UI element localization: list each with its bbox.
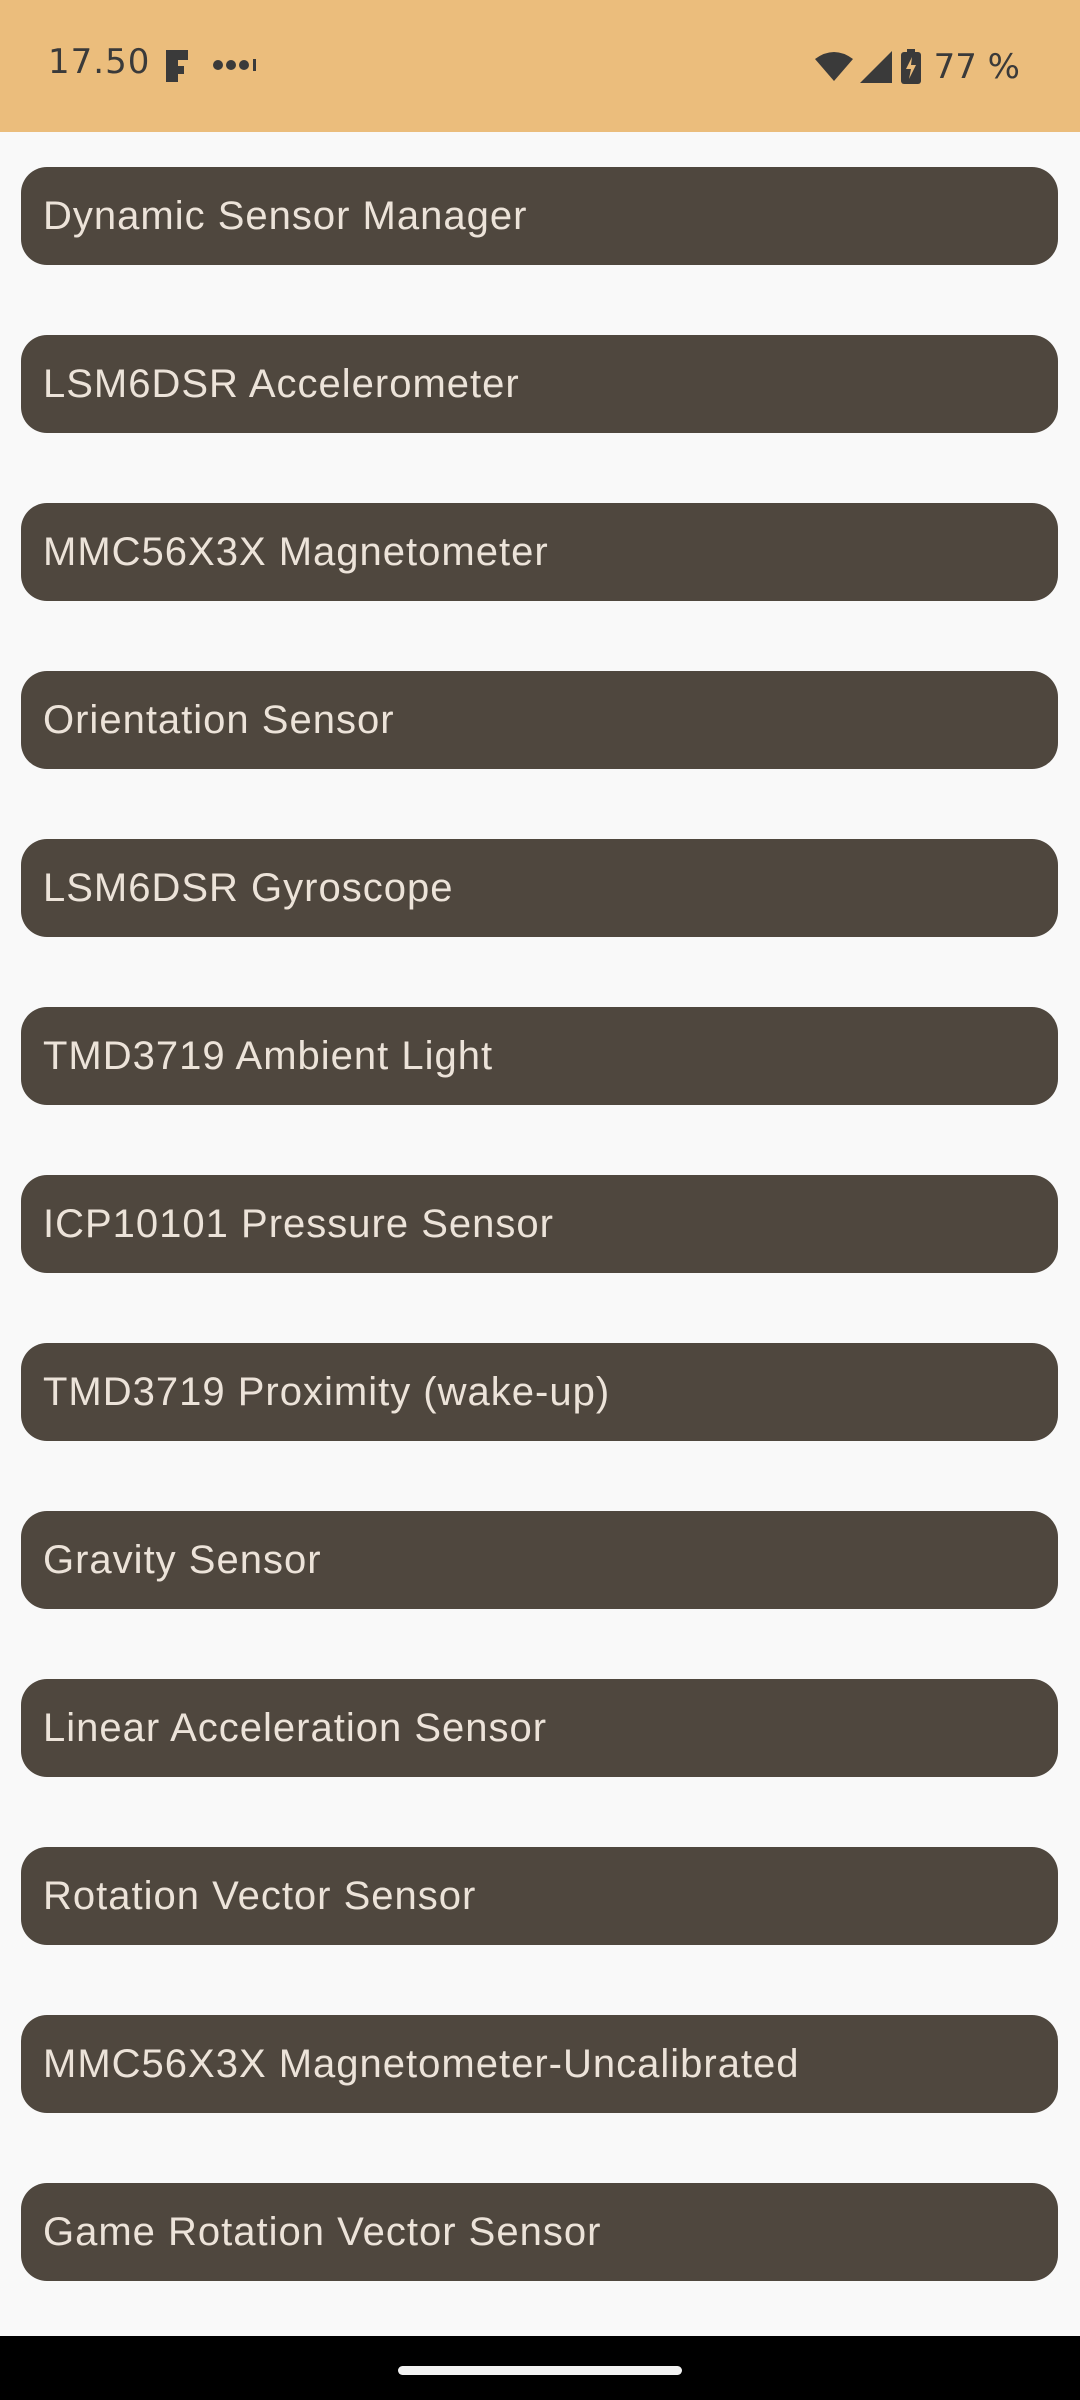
sensor-button-magnetometer-uncalibrated[interactable]: MMC56X3X Magnetometer-Uncalibrated <box>21 2015 1058 2113</box>
status-bar: 17.50 77 % <box>0 0 1080 132</box>
cell-signal-icon <box>859 51 892 83</box>
sensor-button-label: LSM6DSR Accelerometer <box>43 361 520 406</box>
app-notification-icon <box>166 50 188 82</box>
sensor-button-proximity[interactable]: TMD3719 Proximity (wake-up) <box>21 1343 1058 1441</box>
battery-charging-icon <box>900 49 921 84</box>
sensor-button-accelerometer[interactable]: LSM6DSR Accelerometer <box>21 335 1058 433</box>
sensor-button-label: Rotation Vector Sensor <box>43 1873 477 1918</box>
sensor-button-ambient-light[interactable]: TMD3719 Ambient Light <box>21 1007 1058 1105</box>
sensor-button-magnetometer[interactable]: MMC56X3X Magnetometer <box>21 503 1058 601</box>
more-notifications-icon <box>213 59 256 71</box>
status-right-group: 77 % <box>814 42 1020 92</box>
status-time: 17.50 <box>48 42 151 82</box>
sensor-button-gyroscope[interactable]: LSM6DSR Gyroscope <box>21 839 1058 937</box>
navigation-bar <box>0 2336 1080 2400</box>
sensor-button-pressure[interactable]: ICP10101 Pressure Sensor <box>21 1175 1058 1273</box>
sensor-button-rotation-vector[interactable]: Rotation Vector Sensor <box>21 1847 1058 1945</box>
sensor-button-gravity[interactable]: Gravity Sensor <box>21 1511 1058 1609</box>
sensor-button-orientation[interactable]: Orientation Sensor <box>21 671 1058 769</box>
sensor-button-label: Game Rotation Vector Sensor <box>43 2209 602 2254</box>
sensor-button-game-rotation-vector[interactable]: Game Rotation Vector Sensor <box>21 2183 1058 2281</box>
sensor-button-label: MMC56X3X Magnetometer-Uncalibrated <box>43 2041 800 2086</box>
sensor-button-label: TMD3719 Ambient Light <box>43 1033 494 1078</box>
sensor-button-label: Orientation Sensor <box>43 697 395 742</box>
sensor-button-label: LSM6DSR Gyroscope <box>43 865 454 910</box>
sensor-button-label: TMD3719 Proximity (wake-up) <box>43 1369 611 1414</box>
sensor-button-label: ICP10101 Pressure Sensor <box>43 1201 554 1246</box>
sensor-button-linear-acceleration[interactable]: Linear Acceleration Sensor <box>21 1679 1058 1777</box>
sensor-button-label: MMC56X3X Magnetometer <box>43 529 549 574</box>
sensor-button-label: Dynamic Sensor Manager <box>43 193 528 238</box>
sensor-button-label: Linear Acceleration Sensor <box>43 1705 548 1750</box>
battery-percentage: 77 % <box>933 47 1020 87</box>
sensor-button-label: Gravity Sensor <box>43 1537 322 1582</box>
home-gesture-handle[interactable] <box>398 2366 682 2375</box>
wifi-icon <box>814 52 853 81</box>
sensor-button-dynamic-sensor-manager[interactable]: Dynamic Sensor Manager <box>21 167 1058 265</box>
